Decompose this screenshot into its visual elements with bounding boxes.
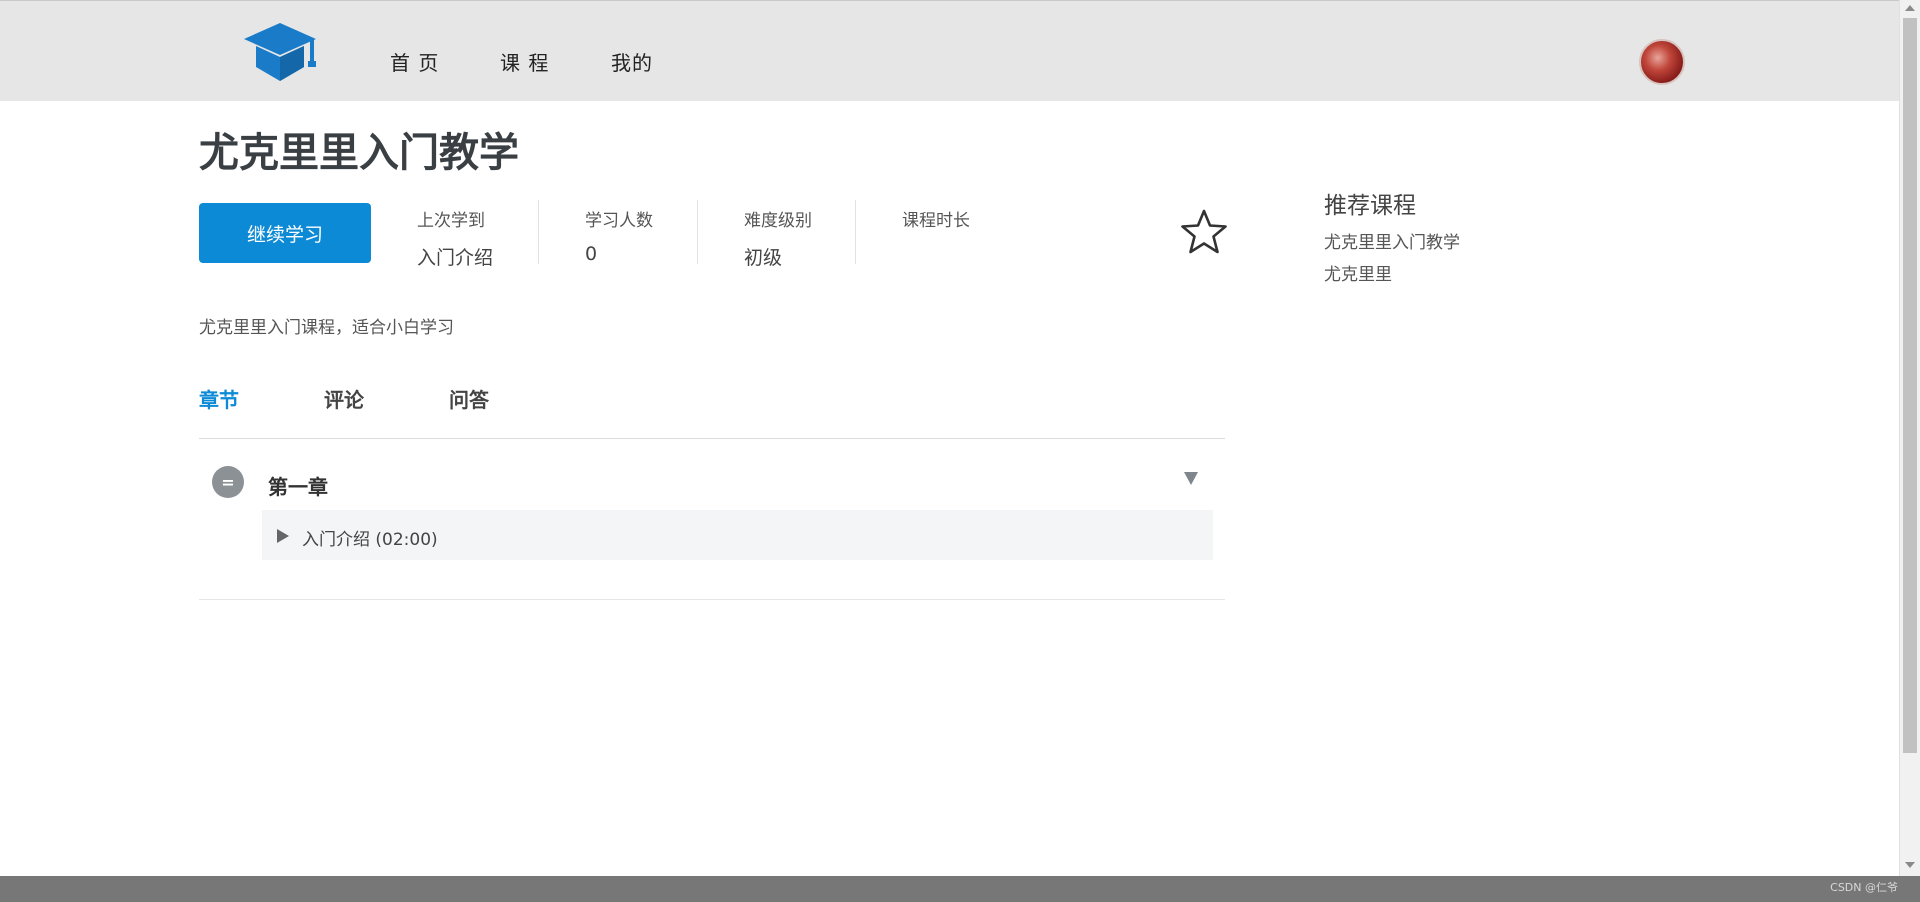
stat-divider — [697, 200, 698, 264]
recommended-course-link[interactable]: 尤克里里入门教学 — [1324, 228, 1460, 253]
lesson-item[interactable]: 入门介绍 (02:00) — [262, 510, 1213, 560]
favorite-star-icon[interactable] — [1180, 208, 1228, 256]
lesson-label: 入门介绍 (02:00) — [302, 530, 438, 550]
chapter-divider — [199, 599, 1225, 600]
chapter-title[interactable]: 第一章 — [268, 471, 328, 500]
play-icon — [277, 529, 289, 543]
recommended-course-link[interactable]: 尤克里里 — [1324, 260, 1392, 285]
stat-difficulty: 难度级别 初级 — [744, 206, 812, 270]
page-footer — [0, 876, 1920, 902]
stat-learners: 学习人数 0 — [585, 206, 653, 265]
nav-courses[interactable]: 课 程 — [500, 47, 549, 76]
stat-value: 初级 — [744, 247, 783, 269]
stat-label: 学习人数 — [585, 211, 653, 231]
course-description: 尤克里里入门课程，适合小白学习 — [199, 318, 454, 338]
scroll-down-arrow-icon[interactable] — [1905, 862, 1915, 868]
tab-chapters[interactable]: 章节 — [199, 384, 239, 413]
course-title: 尤克里里入门教学 — [199, 130, 519, 176]
stat-divider — [538, 200, 539, 264]
graduation-cap-logo-icon[interactable] — [240, 21, 320, 85]
stat-label: 课程时长 — [902, 211, 970, 231]
tab-qa[interactable]: 问答 — [449, 384, 489, 413]
top-navigation-bar: 首 页 课 程 我的 — [0, 0, 1899, 101]
scroll-up-arrow-icon[interactable] — [1905, 5, 1915, 11]
nav-mine[interactable]: 我的 — [611, 47, 653, 76]
chapter-collapse-toggle-icon[interactable] — [1184, 472, 1198, 485]
stat-label: 上次学到 — [417, 211, 485, 231]
tab-comments[interactable]: 评论 — [324, 384, 364, 413]
vertical-scrollbar[interactable] — [1899, 0, 1920, 876]
stat-label: 难度级别 — [744, 211, 812, 231]
stat-value: 0 — [585, 243, 598, 265]
stat-divider — [855, 200, 856, 264]
tabs-divider — [199, 438, 1225, 439]
watermark: CSDN @仁爷 — [1830, 881, 1898, 894]
user-avatar[interactable] — [1639, 39, 1685, 85]
nav-home[interactable]: 首 页 — [390, 47, 439, 76]
scrollbar-thumb[interactable] — [1903, 18, 1917, 753]
stat-last-learned: 上次学到 入门介绍 — [417, 206, 493, 270]
chapter-list-icon: = — [212, 466, 244, 498]
stat-value: 入门介绍 — [417, 247, 494, 269]
continue-learning-button[interactable]: 继续学习 — [199, 203, 371, 263]
stat-duration: 课程时长 — [902, 206, 970, 243]
recommended-courses-title: 推荐课程 — [1324, 193, 1416, 219]
